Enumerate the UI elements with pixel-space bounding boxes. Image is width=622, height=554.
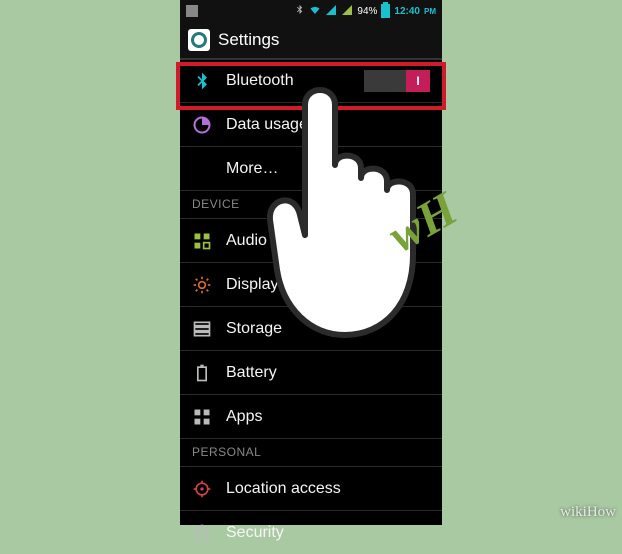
battery-percent: 94%: [357, 6, 377, 17]
apps-row[interactable]: Apps: [180, 394, 442, 438]
display-icon: [192, 275, 212, 295]
security-icon: [192, 523, 212, 543]
battery-label: Battery: [226, 364, 430, 382]
data-usage-label: Data usage: [226, 116, 430, 134]
status-left: [186, 5, 198, 17]
apps-icon: [192, 407, 212, 427]
status-bar: 94% 12:40 PM: [180, 0, 442, 22]
notification-icon: [186, 5, 198, 17]
page-title: Settings: [218, 30, 279, 50]
more-row[interactable]: More…: [180, 146, 442, 190]
status-right: 94% 12:40 PM: [294, 4, 436, 19]
bluetooth-row[interactable]: Bluetooth I: [180, 58, 442, 102]
more-label: More…: [226, 160, 430, 178]
signal-2-icon: [341, 4, 353, 19]
audio-profiles-icon: [192, 231, 212, 251]
toggle-off-side: [364, 70, 406, 92]
security-label: Security: [226, 524, 430, 542]
display-row[interactable]: Display: [180, 262, 442, 306]
bluetooth-toggle[interactable]: I: [364, 70, 430, 92]
settings-list: Bluetooth I Data usage More… DEVICE Audi…: [180, 58, 442, 554]
clock-time: 12:40: [394, 6, 420, 17]
data-usage-row[interactable]: Data usage: [180, 102, 442, 146]
location-icon: [192, 479, 212, 499]
section-personal: PERSONAL: [180, 438, 442, 466]
signal-1-icon: [325, 4, 337, 19]
apps-label: Apps: [226, 408, 430, 426]
toggle-on-side: I: [406, 70, 430, 92]
display-label: Display: [226, 276, 430, 294]
bluetooth-status-icon: [294, 4, 305, 18]
location-access-label: Location access: [226, 480, 430, 498]
storage-label: Storage: [226, 320, 430, 338]
audio-profiles-row[interactable]: Audio profiles: [180, 218, 442, 262]
bluetooth-icon: [192, 71, 212, 91]
section-device: DEVICE: [180, 190, 442, 218]
location-access-row[interactable]: Location access: [180, 466, 442, 510]
wifi-icon: [309, 4, 321, 19]
battery-row[interactable]: Battery: [180, 350, 442, 394]
clock-suffix: PM: [424, 7, 436, 16]
title-bar: Settings: [180, 22, 442, 58]
battery-icon: [381, 4, 390, 18]
storage-icon: [192, 319, 212, 339]
phone-frame: 94% 12:40 PM Settings Bluetooth I Data u…: [180, 0, 442, 525]
security-row[interactable]: Security: [180, 510, 442, 554]
settings-app-icon: [188, 29, 210, 51]
bluetooth-label: Bluetooth: [226, 72, 350, 90]
data-usage-icon: [192, 115, 212, 135]
storage-row[interactable]: Storage: [180, 306, 442, 350]
battery-menu-icon: [192, 363, 212, 383]
audio-profiles-label: Audio profiles: [226, 232, 430, 250]
wikihow-watermark: wikiHow: [560, 504, 616, 521]
